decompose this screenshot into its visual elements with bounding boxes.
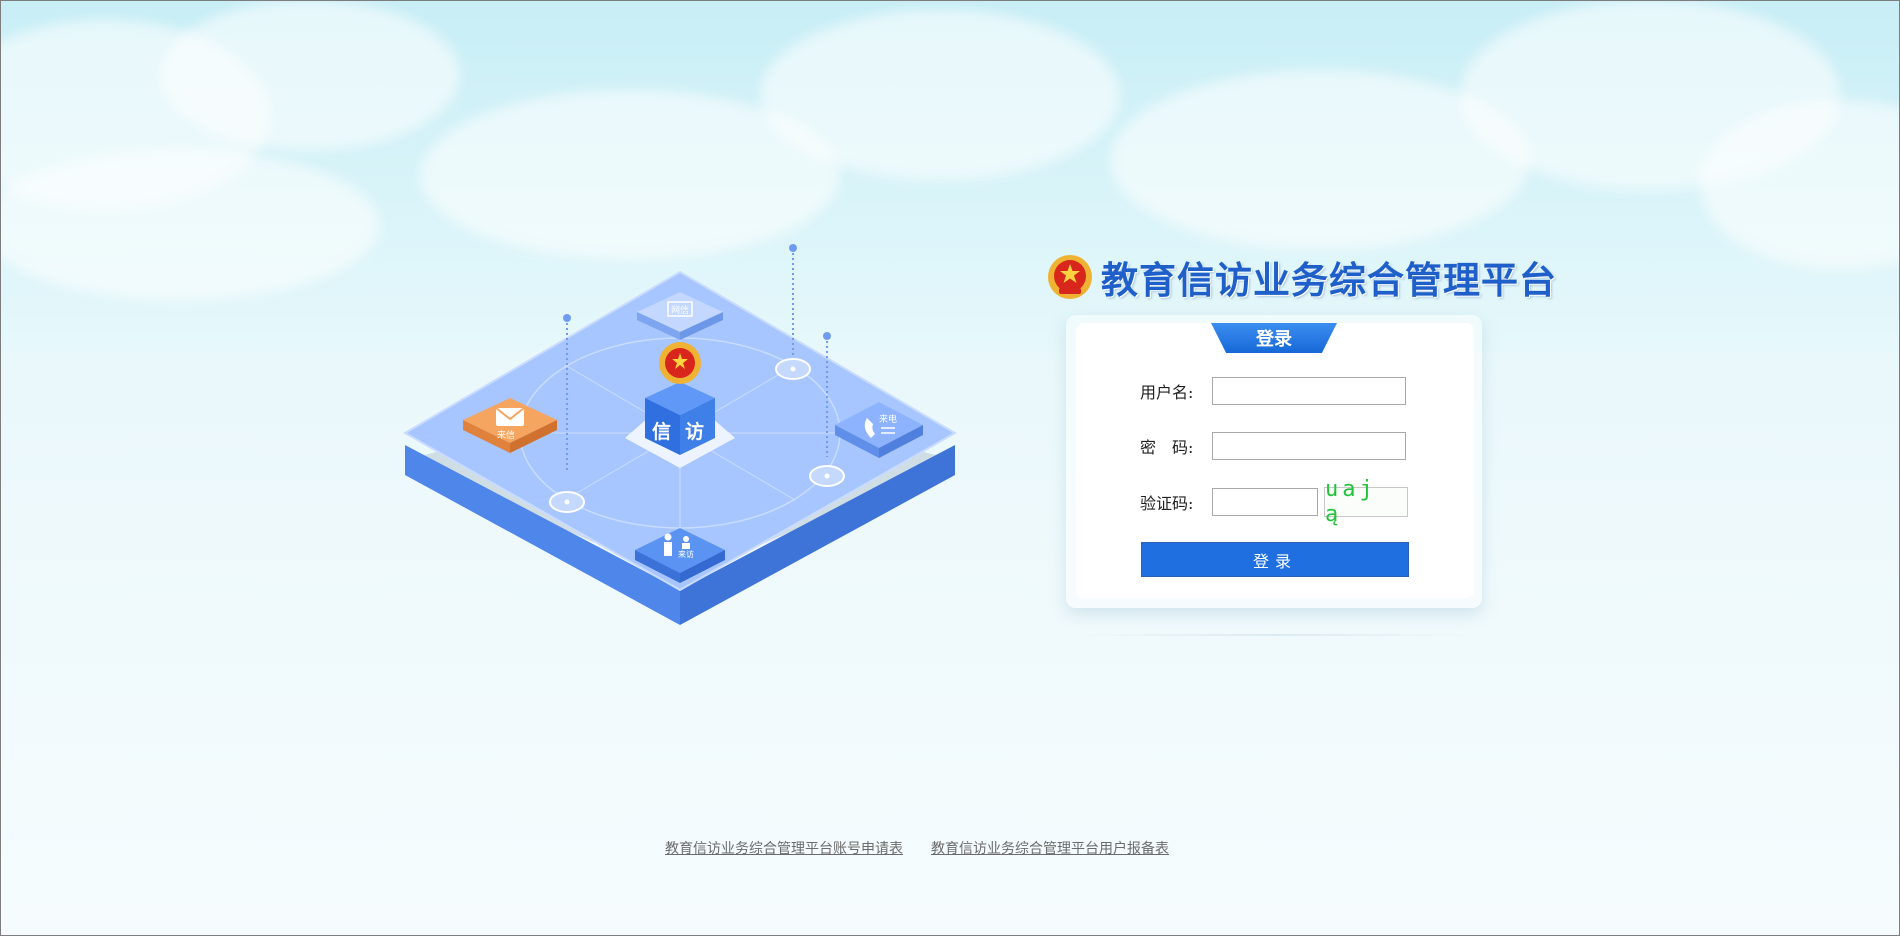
- window-frame: [0, 0, 1900, 936]
